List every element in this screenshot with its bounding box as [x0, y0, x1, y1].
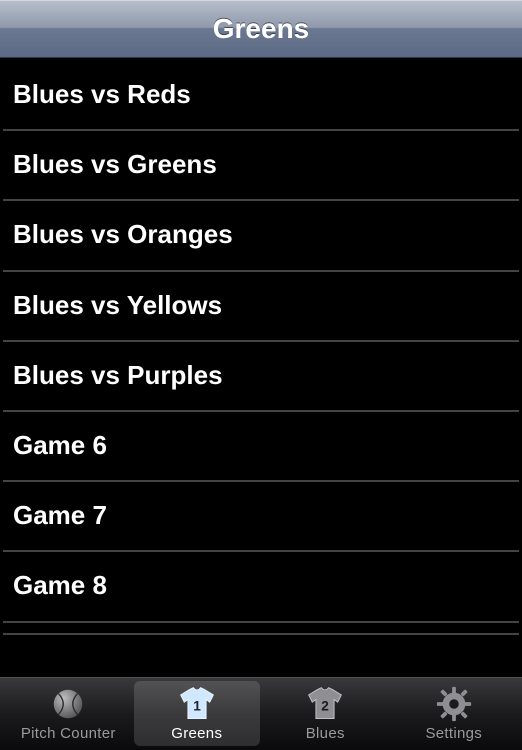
list-item-label: Game 6: [13, 430, 107, 460]
list-item-label: Blues vs Greens: [13, 149, 217, 179]
list-item[interactable]: Blues vs Greens: [3, 131, 519, 201]
tab-settings[interactable]: Settings: [391, 681, 518, 746]
tab-pitch-counter[interactable]: Pitch Counter: [5, 681, 132, 746]
tab-greens[interactable]: 1 Greens: [134, 681, 261, 746]
tab-label: Settings: [425, 725, 482, 742]
list-item-label: Blues vs Purples: [13, 360, 223, 390]
tab-label: Greens: [171, 725, 222, 742]
list-item[interactable]: Blues vs Reds: [3, 61, 519, 131]
list-item[interactable]: Blues vs Yellows: [3, 272, 519, 342]
page-title: Greens: [213, 13, 310, 45]
list-item-label: Blues vs Oranges: [13, 219, 233, 249]
tab-blues[interactable]: 2 Blues: [262, 681, 389, 746]
navigation-bar: Greens: [0, 0, 522, 58]
jersey-number: 1: [193, 698, 201, 713]
gear-icon: [434, 685, 474, 723]
games-list: Blues vs Reds Blues vs Greens Blues vs O…: [0, 58, 522, 676]
list-item[interactable]: Blues vs Purples: [3, 342, 519, 412]
jersey-icon: 1: [177, 685, 217, 723]
jersey-number: 2: [321, 698, 329, 713]
tab-label: Blues: [306, 725, 345, 742]
jersey-icon: 2: [305, 685, 345, 723]
list-item[interactable]: Game 7: [3, 482, 519, 552]
list-item[interactable]: Game 6: [3, 412, 519, 482]
baseball-icon: [48, 685, 88, 723]
list-item-label: Blues vs Yellows: [13, 290, 222, 320]
tab-label: Pitch Counter: [21, 725, 116, 742]
list-item-label: Blues vs Reds: [13, 79, 191, 109]
tab-bar: Pitch Counter 1 Greens 2 Blues: [0, 676, 522, 750]
list-item-partial: [3, 623, 519, 635]
list-item-label: Game 8: [13, 570, 107, 600]
list-item[interactable]: Game 8: [3, 552, 519, 622]
list-item-label: Game 7: [13, 500, 107, 530]
list-item[interactable]: Blues vs Oranges: [3, 201, 519, 271]
